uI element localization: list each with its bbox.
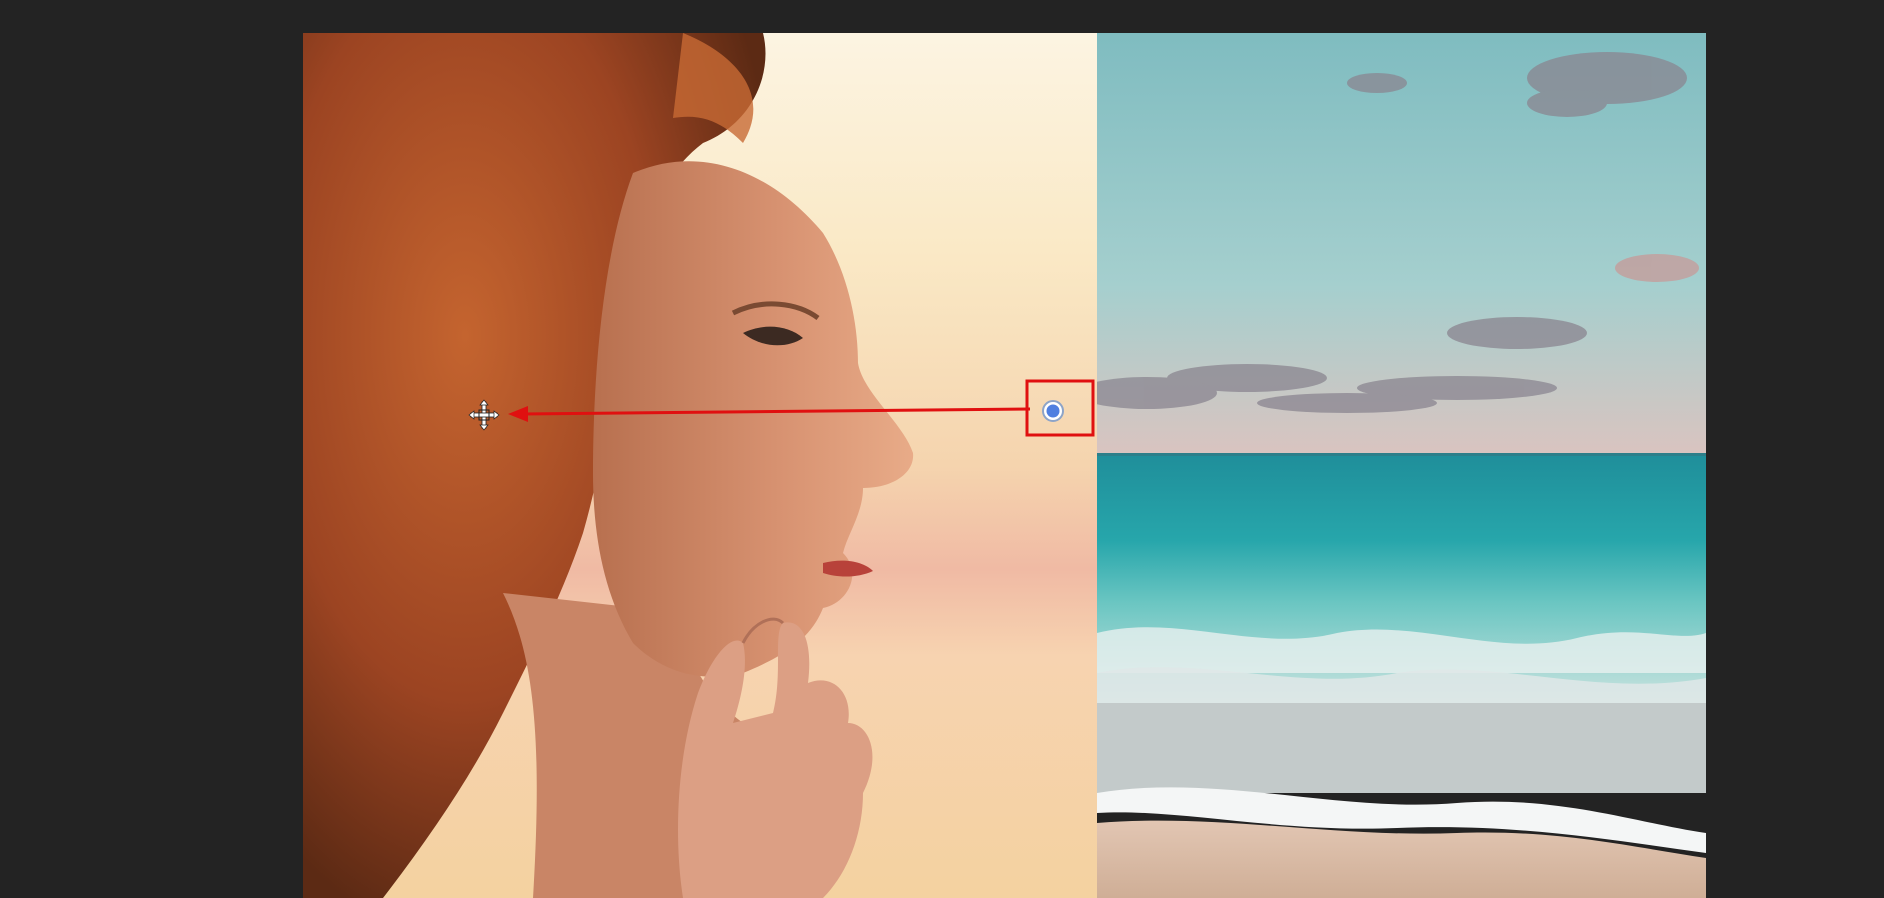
control-point-handle[interactable] — [1042, 400, 1064, 422]
left-image-layer[interactable] — [303, 33, 1097, 898]
right-image-layer[interactable] — [1097, 33, 1706, 898]
beach-photo — [1097, 33, 1706, 898]
portrait-photo — [303, 33, 1097, 898]
photoshop-canvas-workspace[interactable] — [0, 0, 1884, 898]
document-canvas[interactable] — [303, 33, 1706, 898]
